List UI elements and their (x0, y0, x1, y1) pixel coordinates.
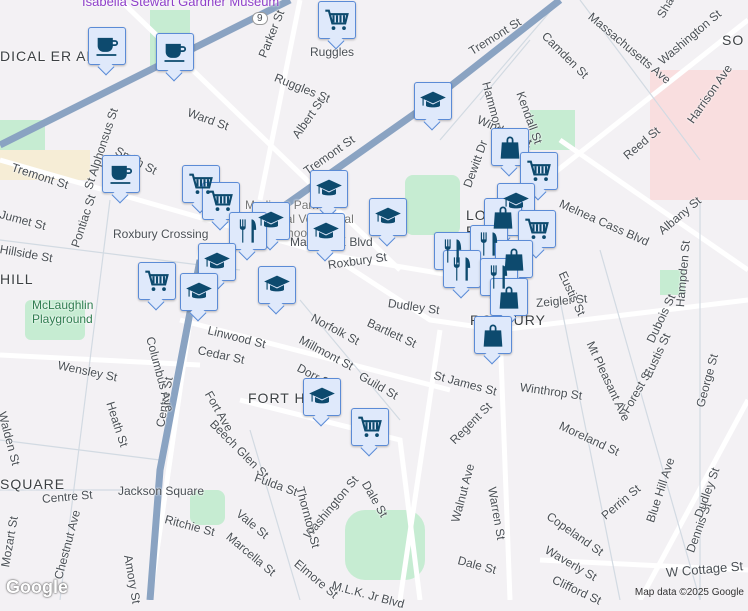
grocery-marker[interactable] (318, 1, 356, 39)
coffee-cup-icon (161, 38, 189, 66)
cafe-marker[interactable] (156, 33, 194, 71)
shopping-bag-icon (479, 321, 507, 349)
shopping-cart-icon (523, 215, 551, 243)
area-label: HILL (0, 271, 34, 287)
graduation-cap-icon (203, 248, 231, 276)
school-marker[interactable] (307, 213, 345, 251)
school-marker[interactable] (310, 170, 348, 208)
grocery-marker[interactable] (138, 262, 176, 300)
restaurant-marker[interactable] (443, 250, 481, 288)
shopping-marker[interactable] (474, 316, 512, 354)
shopping-bag-icon (489, 203, 517, 231)
grocery-marker[interactable] (520, 152, 558, 190)
school-marker[interactable] (303, 378, 341, 416)
graduation-cap-icon (185, 278, 213, 306)
station-label[interactable]: Roxbury Crossing (113, 227, 208, 241)
station-label[interactable]: Jackson Square (118, 484, 204, 498)
area-label: SQUARE (0, 476, 66, 492)
school-marker[interactable] (414, 82, 452, 120)
museum-label[interactable]: Isabella Stewart Gardner Museum (82, 0, 279, 9)
park-label[interactable]: McLaughlin Playground (32, 298, 112, 326)
station-label[interactable]: Ruggles (310, 45, 354, 59)
grocery-marker[interactable] (202, 182, 240, 220)
school-marker[interactable] (180, 273, 218, 311)
shopping-marker[interactable] (490, 278, 528, 316)
fork-knife-icon (475, 230, 503, 258)
shopping-cart-icon (525, 157, 553, 185)
cafe-marker[interactable] (102, 155, 140, 193)
shopping-marker[interactable] (491, 128, 529, 166)
route-shield: 9 (252, 12, 268, 25)
map-attribution[interactable]: Map data ©2025 Google (635, 587, 744, 598)
graduation-cap-icon (312, 218, 340, 246)
grocery-marker[interactable] (351, 408, 389, 446)
fork-knife-icon (448, 255, 476, 283)
coffee-cup-icon (93, 32, 121, 60)
school-marker[interactable] (258, 266, 296, 304)
graduation-cap-icon (419, 87, 447, 115)
shopping-cart-icon (143, 267, 171, 295)
fork-knife-icon (234, 217, 262, 245)
shopping-bag-icon (495, 283, 523, 311)
hospital-area (650, 70, 748, 200)
grocery-marker[interactable] (518, 210, 556, 248)
area-label: SO WAS (722, 32, 748, 48)
shopping-cart-icon (323, 6, 351, 34)
shopping-cart-icon (207, 187, 235, 215)
graduation-cap-icon (263, 271, 291, 299)
cafe-marker[interactable] (88, 27, 126, 65)
restaurant-marker[interactable] (229, 212, 267, 250)
school-marker[interactable] (369, 198, 407, 236)
google-logo[interactable]: Google (6, 577, 68, 598)
shopping-cart-icon (356, 413, 384, 441)
graduation-cap-icon (308, 383, 336, 411)
graduation-cap-icon (374, 203, 402, 231)
school-marker[interactable] (198, 243, 236, 281)
graduation-cap-icon (315, 175, 343, 203)
coffee-cup-icon (107, 160, 135, 188)
shopping-bag-icon (496, 133, 524, 161)
